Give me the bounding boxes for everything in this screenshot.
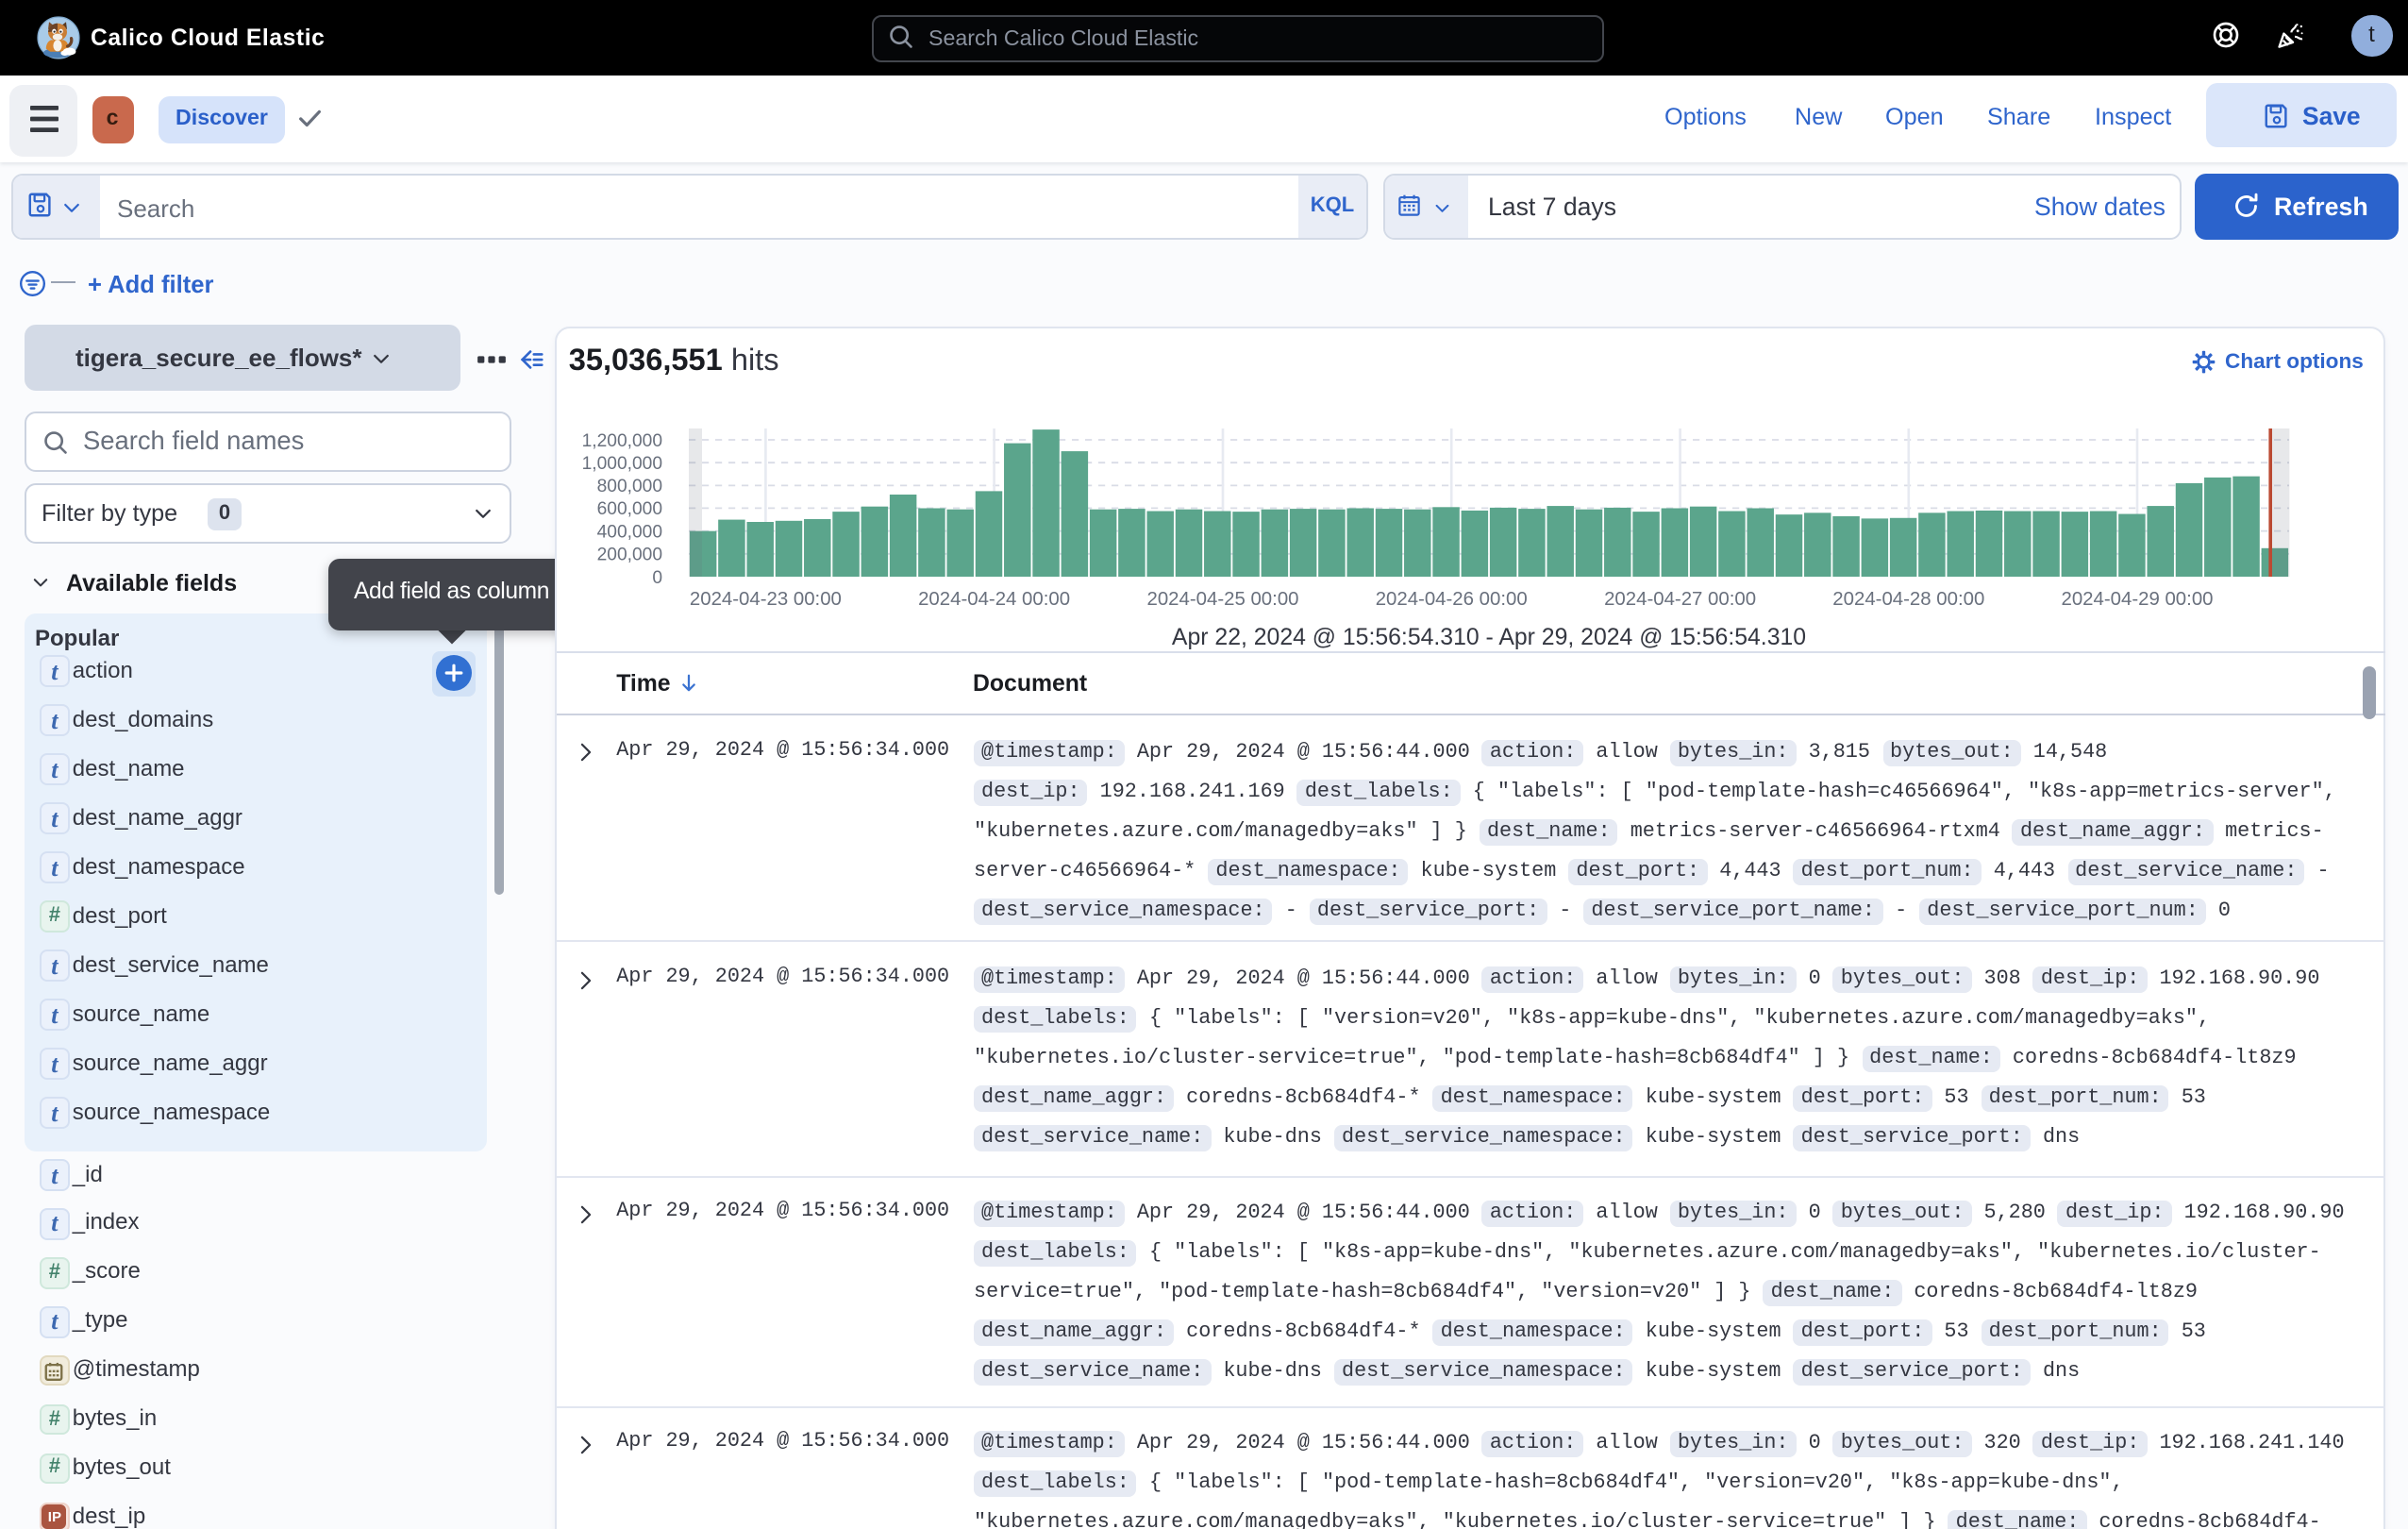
svg-text:2024-04-29 00:00: 2024-04-29 00:00 <box>2062 589 2214 610</box>
svg-text:800,000: 800,000 <box>597 477 662 496</box>
svg-text:2024-04-28 00:00: 2024-04-28 00:00 <box>1832 589 1984 610</box>
svg-text:2024-04-25 00:00: 2024-04-25 00:00 <box>1147 589 1299 610</box>
svg-text:Apr 22, 2024 @ 15:56:54.310 -: Apr 22, 2024 @ 15:56:54.310 - Apr 29, 20… <box>1172 625 1806 650</box>
svg-text:2024-04-27 00:00: 2024-04-27 00:00 <box>1604 589 1756 610</box>
svg-text:400,000: 400,000 <box>597 522 662 542</box>
svg-text:2024-04-24 00:00: 2024-04-24 00:00 <box>918 589 1070 610</box>
svg-text:0: 0 <box>652 568 662 588</box>
svg-text:1,200,000: 1,200,000 <box>582 431 662 451</box>
svg-text:2024-04-23 00:00: 2024-04-23 00:00 <box>690 589 842 610</box>
svg-text:600,000: 600,000 <box>597 499 662 519</box>
svg-text:200,000: 200,000 <box>597 546 662 565</box>
svg-text:2024-04-26 00:00: 2024-04-26 00:00 <box>1376 589 1528 610</box>
svg-text:1,000,000: 1,000,000 <box>582 454 662 474</box>
